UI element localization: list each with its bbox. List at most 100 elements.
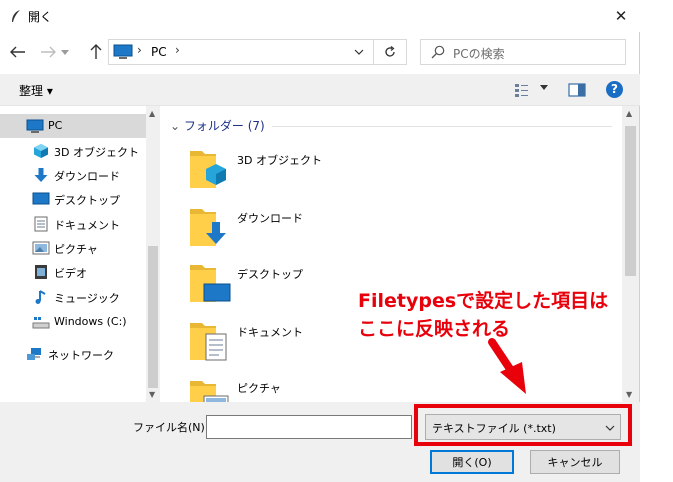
scroll-down-icon[interactable]: ▼ <box>626 390 632 399</box>
refresh-button[interactable] <box>374 39 407 65</box>
download-icon <box>34 168 48 182</box>
folder-label: ドキュメント <box>237 326 303 339</box>
preview-pane-icon[interactable] <box>568 82 586 98</box>
desktop-icon <box>32 192 50 205</box>
pc-icon <box>113 44 133 59</box>
folder-label: デスクトップ <box>237 268 303 281</box>
nav-item-3d-objects[interactable]: 3D オブジェクト <box>0 139 146 163</box>
nav-scrollbar[interactable]: ▲ ▼ <box>146 106 160 402</box>
arrow-up-icon <box>90 44 102 59</box>
group-header[interactable]: ⌄ フォルダー (7) <box>170 117 265 134</box>
change-view-icon[interactable] <box>514 82 530 98</box>
feather-icon <box>12 10 20 22</box>
folder-desktop[interactable] <box>188 260 234 306</box>
forward-button[interactable] <box>36 40 60 64</box>
nav-item-videos[interactable]: ビデオ <box>0 260 146 284</box>
document-icon <box>34 216 48 232</box>
search-icon <box>431 45 445 59</box>
nav-item-pc[interactable]: PC <box>0 114 146 138</box>
3d-objects-icon <box>34 144 48 158</box>
nav-item-label: ダウンロード <box>54 170 120 183</box>
nav-item-label: ドキュメント <box>54 219 120 232</box>
folder-icon <box>190 209 226 246</box>
picture-icon <box>32 241 50 255</box>
view-dropdown-icon[interactable] <box>540 85 548 90</box>
folder-pictures[interactable] <box>188 376 234 402</box>
arrow-right-icon <box>41 46 56 58</box>
annotation-line-1: Filetypesで設定した項目は <box>358 290 609 312</box>
nav-item-label: PC <box>48 119 63 132</box>
filename-label: ファイル名(N): <box>133 421 209 434</box>
annotation-line-2: ここに反映される <box>358 318 511 340</box>
scroll-up-icon[interactable]: ▲ <box>149 109 155 118</box>
recent-locations-button[interactable] <box>58 40 72 64</box>
search-box[interactable]: PCの検索 <box>420 39 626 65</box>
nav-item-label: ビデオ <box>54 267 87 280</box>
folder-3d-objects[interactable] <box>188 146 234 192</box>
window-title: 開く <box>28 10 53 24</box>
network-icon <box>27 348 41 360</box>
scroll-down-icon[interactable]: ▼ <box>149 390 155 399</box>
command-bar: 整理 ▾ ? <box>0 74 640 106</box>
group-divider <box>272 126 612 127</box>
music-icon <box>35 290 46 304</box>
nav-item-label: Windows (C:) <box>54 315 127 328</box>
chevron-down-icon: ⌄ <box>170 119 181 133</box>
cancel-button[interactable]: キャンセル <box>530 450 620 474</box>
content-scroll-thumb[interactable] <box>625 126 636 276</box>
open-button-label: 開く(O) <box>452 456 492 469</box>
open-button[interactable]: 開く(O) <box>430 450 514 474</box>
file-list: ⌄ フォルダー (7) 3D オブジェクト ダウンロード デスクトップ ドキュメ… <box>160 106 622 402</box>
folder-label: 3D オブジェクト <box>237 154 322 167</box>
folder-label: ピクチャ <box>237 382 281 395</box>
folder-label: ダウンロード <box>237 212 303 225</box>
breadcrumb-pc[interactable]: PC <box>151 45 167 59</box>
organize-button[interactable]: 整理 ▾ <box>19 82 53 99</box>
folder-documents[interactable] <box>188 318 234 364</box>
help-icon: ? <box>611 82 618 96</box>
close-button[interactable]: ✕ <box>602 0 640 32</box>
address-dropdown-icon[interactable] <box>353 44 365 60</box>
breadcrumb-separator: › <box>137 43 142 57</box>
nav-item-documents[interactable]: ドキュメント <box>0 212 146 236</box>
nav-item-desktop[interactable]: デスクトップ <box>0 187 146 211</box>
refresh-icon <box>385 46 395 57</box>
nav-item-music[interactable]: ミュージック <box>0 285 146 309</box>
nav-item-downloads[interactable]: ダウンロード <box>0 163 146 187</box>
folder-icon <box>190 265 231 302</box>
nav-item-label: 3D オブジェクト <box>54 146 139 159</box>
filename-input[interactable] <box>206 415 608 439</box>
breadcrumb-separator: › <box>175 43 180 57</box>
scroll-up-icon[interactable]: ▲ <box>626 109 632 118</box>
folder-downloads[interactable] <box>188 204 234 250</box>
nav-scroll-thumb[interactable] <box>148 246 158 388</box>
chevron-down-icon <box>61 49 69 55</box>
video-icon <box>35 265 47 279</box>
title-bar: 開く ✕ <box>0 0 640 32</box>
pc-icon <box>26 119 44 133</box>
folder-icon <box>190 381 229 402</box>
folder-icon <box>190 151 226 188</box>
arrow-left-icon <box>10 46 25 58</box>
nav-item-label: ピクチャ <box>54 243 98 256</box>
search-placeholder: PCの検索 <box>453 47 505 61</box>
filetype-highlight-box <box>414 404 632 446</box>
nav-item-network[interactable]: ネットワーク <box>0 342 146 366</box>
close-icon: ✕ <box>614 7 628 25</box>
content-scrollbar[interactable]: ▲ ▼ <box>622 106 639 402</box>
back-button[interactable] <box>6 40 30 64</box>
nav-item-label: ミュージック <box>54 292 120 305</box>
cancel-button-label: キャンセル <box>547 456 603 469</box>
folder-icon <box>190 323 227 361</box>
nav-item-windows-c[interactable]: Windows (C:) <box>0 310 146 334</box>
address-bar[interactable]: › PC › <box>108 39 374 65</box>
nav-item-label: デスクトップ <box>54 194 120 207</box>
nav-item-pictures[interactable]: ピクチャ <box>0 236 146 260</box>
annotation-arrow-icon <box>488 338 526 394</box>
navigation-pane: PC 3D オブジェクト ダウンロード デスクトップ ドキュメント ピクチャ ビ… <box>0 106 160 402</box>
up-button[interactable] <box>84 40 108 64</box>
help-button[interactable]: ? <box>606 81 623 98</box>
nav-item-label: ネットワーク <box>48 349 114 362</box>
drive-icon <box>32 317 50 329</box>
group-header-label: フォルダー (7) <box>183 119 265 133</box>
